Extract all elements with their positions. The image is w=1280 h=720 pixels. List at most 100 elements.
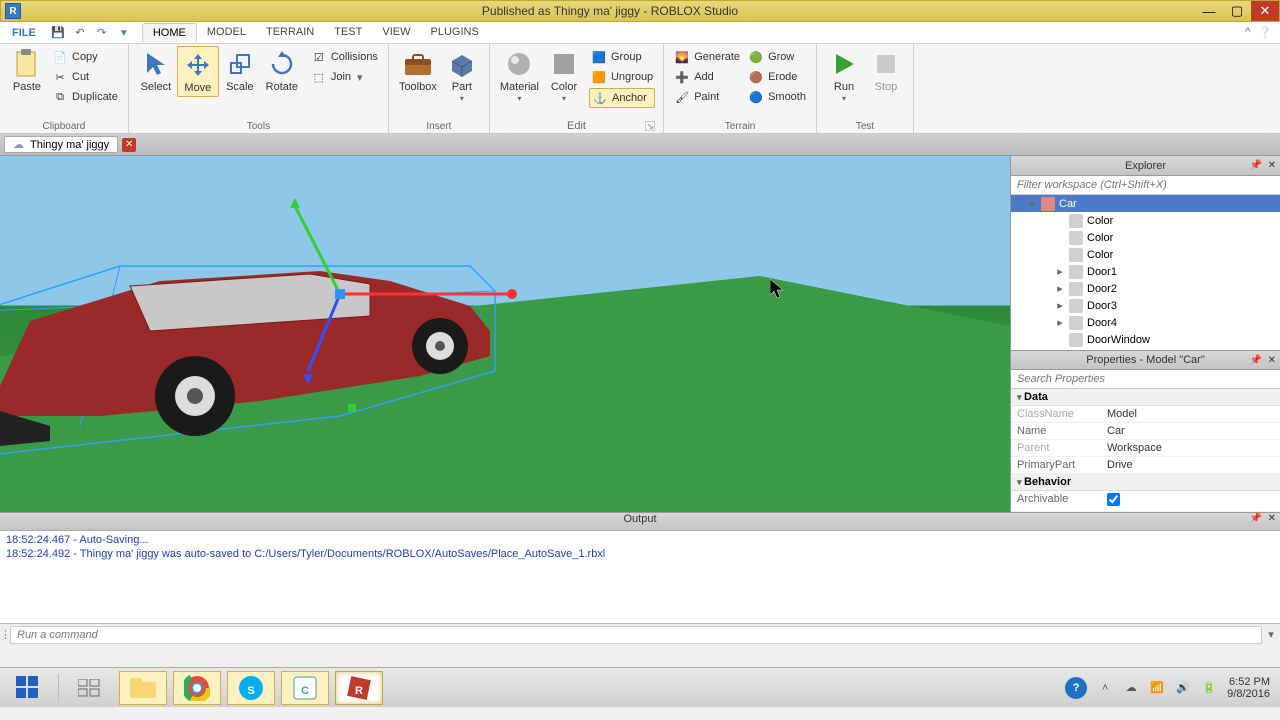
material-button[interactable]: Material▾ (496, 46, 543, 106)
maximize-button[interactable]: ▢ (1223, 1, 1251, 21)
viewport-3d[interactable] (0, 156, 1010, 512)
ungroup-button[interactable]: 🟧Ungroup (589, 68, 655, 86)
paste-button[interactable]: Paste (6, 46, 48, 95)
grow-button[interactable]: 🟢Grow (746, 48, 808, 66)
pin-icon[interactable]: 📌 (1250, 355, 1262, 366)
prop-checkbox[interactable] (1107, 493, 1120, 506)
menu-tab-view[interactable]: VIEW (372, 23, 420, 42)
taskbar-skype[interactable]: S (227, 671, 275, 705)
close-icon[interactable]: ✕ (1268, 355, 1276, 366)
collisions-toggle[interactable]: ☑Collisions (309, 48, 380, 66)
battery-icon[interactable]: 🔋 (1201, 680, 1217, 696)
svg-text:S: S (247, 685, 254, 697)
prop-row[interactable]: ClassNameModel (1011, 406, 1280, 423)
ribbon-label-test: Test (823, 119, 907, 133)
tree-item[interactable]: ▸Door4 (1011, 314, 1280, 331)
help-tray-icon[interactable]: ? (1065, 677, 1087, 699)
explorer-tree[interactable]: ▾CarColorColorColor▸Door1▸Door2▸Door3▸Do… (1011, 195, 1280, 350)
prop-row[interactable]: Archivable (1011, 491, 1280, 512)
join-dropdown[interactable]: ⬚Join▾ (309, 68, 380, 86)
svg-text:R: R (355, 685, 363, 697)
menu-tab-terrain[interactable]: TERRAIN (256, 23, 324, 42)
title-bar: R Published as Thingy ma' jiggy - ROBLOX… (0, 0, 1280, 22)
properties-search-input[interactable] (1011, 370, 1280, 389)
close-icon[interactable]: ✕ (1268, 160, 1276, 171)
minimize-button[interactable]: — (1195, 1, 1223, 21)
duplicate-button[interactable]: ⧉Duplicate (50, 88, 120, 106)
tree-item[interactable]: ▸Door1 (1011, 263, 1280, 280)
taskbar-roblox-studio[interactable]: R (335, 671, 383, 705)
edit-launcher-icon[interactable]: ↘ (645, 121, 655, 131)
task-view-button[interactable] (65, 671, 113, 705)
save-icon[interactable]: 💾 (50, 25, 66, 41)
anchor-button[interactable]: ⚓Anchor (589, 88, 655, 108)
paint-button[interactable]: 🖌Paint (672, 88, 742, 106)
onedrive-icon[interactable]: ☁ (1123, 680, 1139, 696)
move-button[interactable]: Move (177, 46, 219, 97)
ribbon: Paste 📄Copy ✂Cut ⧉Duplicate Clipboard Se… (0, 44, 1280, 134)
rotate-icon (266, 48, 298, 80)
chevron-down-icon: ▾ (460, 94, 464, 103)
menu-tab-test[interactable]: TEST (324, 23, 372, 42)
menu-tab-model[interactable]: MODEL (197, 23, 256, 42)
paint-icon: 🖌 (674, 89, 690, 105)
prop-row[interactable]: ParentWorkspace (1011, 440, 1280, 457)
taskbar-explorer[interactable] (119, 671, 167, 705)
document-tab-close[interactable]: ✕ (122, 138, 136, 152)
taskbar-clock[interactable]: 6:52 PM 9/8/2016 (1227, 676, 1270, 700)
close-button[interactable]: ✕ (1251, 1, 1279, 21)
add-button[interactable]: ➕Add (672, 68, 742, 86)
start-button[interactable] (4, 671, 52, 705)
ribbon-label-terrain: Terrain (670, 119, 810, 133)
help-icon[interactable]: ❔ (1258, 26, 1272, 39)
document-tab[interactable]: ☁ Thingy ma' jiggy (4, 136, 118, 153)
tree-item[interactable]: ▸Door3 (1011, 297, 1280, 314)
volume-icon[interactable]: 🔊 (1175, 680, 1191, 696)
explorer-filter-input[interactable] (1011, 176, 1280, 195)
select-button[interactable]: Select (135, 46, 177, 95)
output-body[interactable]: 18:52:24.467 - Auto-Saving...18:52:24.49… (0, 531, 1280, 623)
cut-button[interactable]: ✂Cut (50, 68, 120, 86)
pin-icon[interactable]: 📌 (1250, 160, 1262, 171)
generate-button[interactable]: 🌄Generate (672, 48, 742, 66)
taskbar-chrome[interactable] (173, 671, 221, 705)
prop-section[interactable]: Data (1011, 389, 1280, 406)
toolbox-button[interactable]: Toolbox (395, 46, 441, 95)
run-button[interactable]: Run▾ (823, 46, 865, 106)
menu-tab-plugins[interactable]: PLUGINS (421, 23, 489, 42)
undo-icon[interactable]: ↶ (72, 25, 88, 41)
taskbar-camtasia[interactable]: C (281, 671, 329, 705)
smooth-button[interactable]: 🔵Smooth (746, 88, 808, 106)
network-icon[interactable]: 📶 (1149, 680, 1165, 696)
qat-dropdown-icon[interactable]: ▾ (116, 25, 132, 41)
prop-row[interactable]: PrimaryPartDrive (1011, 457, 1280, 474)
tree-item[interactable]: ▸Door2 (1011, 280, 1280, 297)
scale-button[interactable]: Scale (219, 46, 261, 95)
tree-item-car[interactable]: ▾Car (1011, 195, 1280, 212)
color-button[interactable]: Color▾ (543, 46, 585, 106)
system-tray: ? ˄ ☁ 📶 🔊 🔋 6:52 PM 9/8/2016 (1065, 676, 1276, 700)
tree-item[interactable]: Color (1011, 229, 1280, 246)
tree-item[interactable]: DoorWindow (1011, 331, 1280, 348)
document-tabs: ☁ Thingy ma' jiggy ✕ (0, 134, 1280, 156)
close-icon[interactable]: ✕ (1268, 513, 1276, 524)
command-input[interactable] (10, 626, 1262, 644)
prop-row[interactable]: NameCar (1011, 423, 1280, 440)
copy-button[interactable]: 📄Copy (50, 48, 120, 66)
collapse-ribbon-icon[interactable]: ^ (1245, 26, 1250, 39)
tree-item[interactable]: Color (1011, 246, 1280, 263)
group-button[interactable]: 🟦Group (589, 48, 655, 66)
redo-icon[interactable]: ↷ (94, 25, 110, 41)
file-menu[interactable]: FILE (4, 27, 44, 39)
prop-section[interactable]: Behavior (1011, 474, 1280, 491)
rotate-button[interactable]: Rotate (261, 46, 303, 95)
ribbon-label-edit: Edit↘ (496, 118, 657, 133)
tray-overflow-icon[interactable]: ˄ (1097, 680, 1113, 696)
menu-tab-home[interactable]: HOME (142, 23, 197, 42)
pin-icon[interactable]: 📌 (1250, 513, 1262, 524)
command-history-dropdown[interactable]: ▾ (1262, 628, 1280, 641)
tree-item[interactable]: Color (1011, 212, 1280, 229)
part-button[interactable]: Part▾ (441, 46, 483, 106)
erode-button[interactable]: 🟤Erode (746, 68, 808, 86)
stop-button[interactable]: Stop (865, 46, 907, 95)
